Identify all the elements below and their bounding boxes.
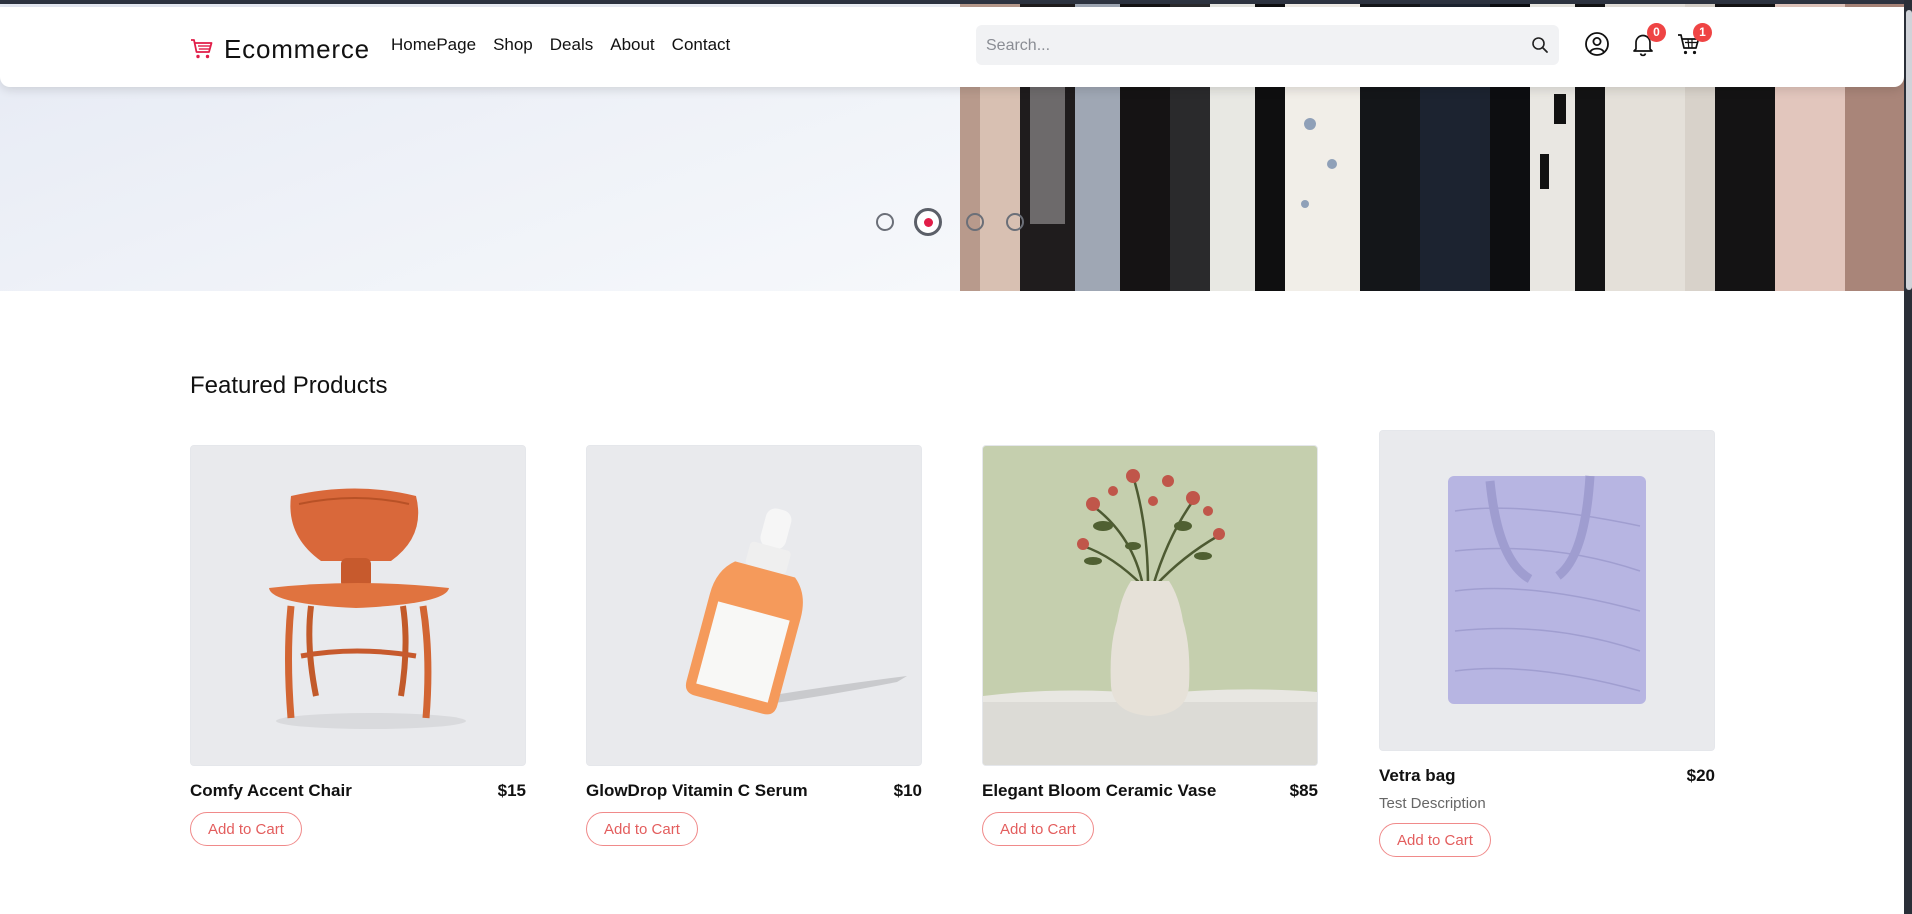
nav-home[interactable]: HomePage xyxy=(391,35,476,55)
search-bar xyxy=(976,25,1559,67)
add-to-cart-button[interactable]: Add to Cart xyxy=(190,812,302,846)
carousel-dot-3[interactable] xyxy=(966,213,984,231)
product-name[interactable]: Comfy Accent Chair xyxy=(190,781,352,801)
product-card-vase[interactable]: Elegant Bloom Ceramic Vase $85 Add to Ca… xyxy=(982,445,1318,846)
product-info-row: Vetra bag $20 xyxy=(1379,766,1715,786)
search-icon[interactable] xyxy=(1531,36,1549,54)
add-to-cart-button[interactable]: Add to Cart xyxy=(1379,823,1491,857)
product-card-serum[interactable]: GlowDrop Vitamin C Serum $10 Add to Cart xyxy=(586,445,922,846)
carousel-dot-4[interactable] xyxy=(1006,213,1024,231)
product-info-row: Comfy Accent Chair $15 xyxy=(190,781,526,801)
product-description: Test Description xyxy=(1379,795,1486,812)
product-image-bag[interactable] xyxy=(1379,430,1715,751)
product-image-serum[interactable] xyxy=(586,445,922,766)
cart-badge: 1 xyxy=(1693,23,1712,42)
serum-bottle-photo xyxy=(587,446,921,765)
carousel-dot-1[interactable] xyxy=(876,213,894,231)
product-info-row: Elegant Bloom Ceramic Vase $85 xyxy=(982,781,1318,801)
product-image-vase[interactable] xyxy=(982,445,1318,766)
scrollbar-thumb[interactable] xyxy=(1906,10,1912,290)
product-price: $15 xyxy=(497,781,526,800)
product-name[interactable]: Elegant Bloom Ceramic Vase xyxy=(982,781,1216,801)
product-card-bag[interactable]: Vetra bag $20 Test Description Add to Ca… xyxy=(1379,430,1715,857)
main-nav: HomePage Shop Deals About Contact xyxy=(391,35,747,55)
notifications-button[interactable]: 0 xyxy=(1630,23,1666,57)
nav-shop[interactable]: Shop xyxy=(493,35,533,55)
cart-button[interactable]: 1 xyxy=(1676,23,1712,57)
tote-bag-photo xyxy=(1380,431,1714,750)
cart-logo-icon xyxy=(191,39,213,59)
nav-about[interactable]: About xyxy=(610,35,654,55)
chair-photo xyxy=(191,446,525,765)
featured-products-title: Featured Products xyxy=(190,372,388,399)
product-price: $10 xyxy=(893,781,922,800)
brand-logo[interactable]: Ecommerce xyxy=(190,29,370,69)
nav-deals[interactable]: Deals xyxy=(550,35,593,55)
site-header: Ecommerce HomePage Shop Deals About Cont… xyxy=(0,7,1904,87)
notifications-badge: 0 xyxy=(1647,23,1666,42)
carousel-dot-2[interactable] xyxy=(914,208,942,236)
brand-name: Ecommerce xyxy=(224,33,370,64)
product-name[interactable]: GlowDrop Vitamin C Serum xyxy=(586,781,808,801)
product-price: $20 xyxy=(1686,766,1715,785)
product-name[interactable]: Vetra bag xyxy=(1379,766,1456,786)
product-card-chair[interactable]: Comfy Accent Chair $15 Add to Cart xyxy=(190,445,526,846)
add-to-cart-button[interactable]: Add to Cart xyxy=(982,812,1094,846)
scrollbar[interactable] xyxy=(1904,0,1912,914)
product-price: $85 xyxy=(1289,781,1318,800)
product-info-row: GlowDrop Vitamin C Serum $10 xyxy=(586,781,922,801)
user-icon[interactable] xyxy=(1584,31,1610,57)
nav-contact[interactable]: Contact xyxy=(672,35,731,55)
product-image-chair[interactable] xyxy=(190,445,526,766)
search-input[interactable] xyxy=(984,25,1508,67)
vase-photo xyxy=(983,446,1317,765)
add-to-cart-button[interactable]: Add to Cart xyxy=(586,812,698,846)
